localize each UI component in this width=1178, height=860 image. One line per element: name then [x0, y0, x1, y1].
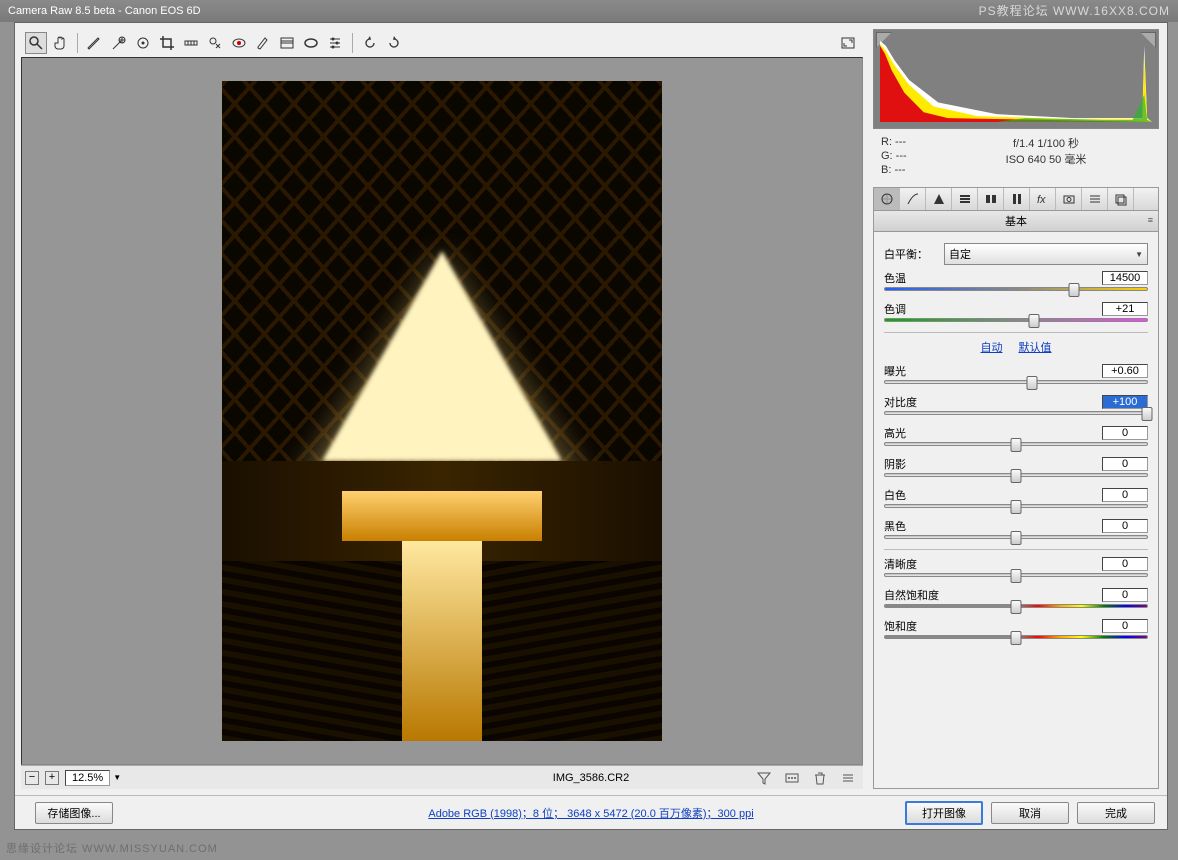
radial-filter-tool[interactable] [300, 32, 322, 54]
whites-value[interactable]: 0 [1102, 488, 1148, 502]
vibrance-label: 自然饱和度 [884, 587, 939, 603]
camera-raw-dialog: − + 12.5%▼ IMG_3586.CR2 R: --- G [14, 22, 1168, 830]
white-balance-tool[interactable] [84, 32, 106, 54]
shadows-label: 阴影 [884, 456, 906, 472]
tint-value[interactable]: +21 [1102, 302, 1148, 316]
filename-label: IMG_3586.CR2 [553, 772, 629, 784]
tab-detail[interactable] [926, 188, 952, 210]
rating-icon[interactable] [781, 767, 803, 789]
exif-aperture-shutter: f/1.4 1/100 秒 [941, 135, 1151, 151]
open-image-button[interactable]: 打开图像 [905, 801, 983, 825]
tab-presets[interactable] [1082, 188, 1108, 210]
default-link[interactable]: 默认值 [1019, 342, 1052, 354]
svg-text:fx: fx [1037, 194, 1046, 206]
saturation-slider[interactable] [884, 635, 1148, 639]
panel-menu-icon[interactable]: ≡ [1148, 215, 1152, 225]
temp-slider[interactable] [884, 287, 1148, 291]
zoom-tool[interactable] [25, 32, 47, 54]
contrast-label: 对比度 [884, 394, 917, 410]
color-sampler-tool[interactable] [108, 32, 130, 54]
saturation-value[interactable]: 0 [1102, 619, 1148, 633]
tab-hsl[interactable] [952, 188, 978, 210]
cancel-button[interactable]: 取消 [991, 802, 1069, 824]
window-title: Camera Raw 8.5 beta - Canon EOS 6D [8, 5, 201, 17]
tab-basic[interactable] [874, 188, 900, 210]
watermark-bottom: 思缘设计论坛 WWW.MISSYUAN.COM [6, 840, 218, 856]
exposure-label: 曝光 [884, 363, 906, 379]
done-button[interactable]: 完成 [1077, 802, 1155, 824]
shadows-value[interactable]: 0 [1102, 457, 1148, 471]
zoom-dropdown[interactable]: 12.5%▼ [65, 770, 121, 786]
exif-iso-focal: ISO 640 50 毫米 [941, 151, 1151, 167]
metadata-readout: R: --- G: --- B: --- f/1.4 1/100 秒 ISO 6… [873, 131, 1159, 181]
histogram[interactable] [873, 29, 1159, 129]
clarity-label: 清晰度 [884, 556, 917, 572]
tab-lens[interactable] [1004, 188, 1030, 210]
panel-tabs: fx [873, 187, 1159, 211]
toolbar [21, 29, 863, 57]
highlights-label: 高光 [884, 425, 906, 441]
saturation-label: 饱和度 [884, 618, 917, 634]
exposure-slider[interactable] [884, 380, 1148, 384]
dialog-footer: 存储图像... Adobe RGB (1998)；8 位； 3648 x 547… [15, 795, 1167, 829]
zoom-out-button[interactable]: − [25, 771, 39, 785]
whites-slider[interactable] [884, 504, 1148, 508]
vibrance-slider[interactable] [884, 604, 1148, 608]
image-preview[interactable] [21, 57, 863, 765]
straighten-tool[interactable] [180, 32, 202, 54]
wb-label: 白平衡： [884, 246, 944, 262]
tab-fx[interactable]: fx [1030, 188, 1056, 210]
watermark-top: PS教程论坛 WWW.16XX8.COM [979, 2, 1170, 19]
tab-curve[interactable] [900, 188, 926, 210]
tint-label: 色调 [884, 301, 906, 317]
spot-removal-tool[interactable] [204, 32, 226, 54]
filter-icon[interactable] [753, 767, 775, 789]
toggle-fullscreen-icon[interactable] [837, 32, 859, 54]
wb-dropdown[interactable]: 自定 [944, 243, 1148, 265]
b-value: B: --- [881, 163, 941, 177]
blacks-slider[interactable] [884, 535, 1148, 539]
clarity-value[interactable]: 0 [1102, 557, 1148, 571]
crop-tool[interactable] [156, 32, 178, 54]
r-value: R: --- [881, 135, 941, 149]
save-image-button[interactable]: 存储图像... [35, 802, 113, 824]
highlights-slider[interactable] [884, 442, 1148, 446]
filmstrip-icon[interactable] [837, 767, 859, 789]
blacks-label: 黑色 [884, 518, 906, 534]
vibrance-value[interactable]: 0 [1102, 588, 1148, 602]
preview-statusbar: − + 12.5%▼ IMG_3586.CR2 [21, 765, 863, 789]
tab-split[interactable] [978, 188, 1004, 210]
exposure-value[interactable]: +0.60 [1102, 364, 1148, 378]
adjustment-brush-tool[interactable] [252, 32, 274, 54]
zoom-in-button[interactable]: + [45, 771, 59, 785]
shadows-slider[interactable] [884, 473, 1148, 477]
whites-label: 白色 [884, 487, 906, 503]
tab-snapshots[interactable] [1108, 188, 1134, 210]
graduated-filter-tool[interactable] [276, 32, 298, 54]
panel-title: 基本≡ [873, 211, 1159, 232]
g-value: G: --- [881, 149, 941, 163]
temp-label: 色温 [884, 270, 906, 286]
temp-value[interactable]: 14500 [1102, 271, 1148, 285]
rotate-ccw-tool[interactable] [359, 32, 381, 54]
preferences-tool[interactable] [324, 32, 346, 54]
auto-link[interactable]: 自动 [981, 342, 1003, 354]
contrast-slider[interactable] [884, 411, 1148, 415]
delete-icon[interactable] [809, 767, 831, 789]
hand-tool[interactable] [49, 32, 71, 54]
targeted-adjustment-tool[interactable] [132, 32, 154, 54]
blacks-value[interactable]: 0 [1102, 519, 1148, 533]
highlights-value[interactable]: 0 [1102, 426, 1148, 440]
redeye-tool[interactable] [228, 32, 250, 54]
clarity-slider[interactable] [884, 573, 1148, 577]
workflow-options-link[interactable]: Adobe RGB (1998)；8 位； 3648 x 5472 (20.0 … [428, 805, 753, 821]
tab-camera[interactable] [1056, 188, 1082, 210]
rotate-cw-tool[interactable] [383, 32, 405, 54]
tint-slider[interactable] [884, 318, 1148, 322]
